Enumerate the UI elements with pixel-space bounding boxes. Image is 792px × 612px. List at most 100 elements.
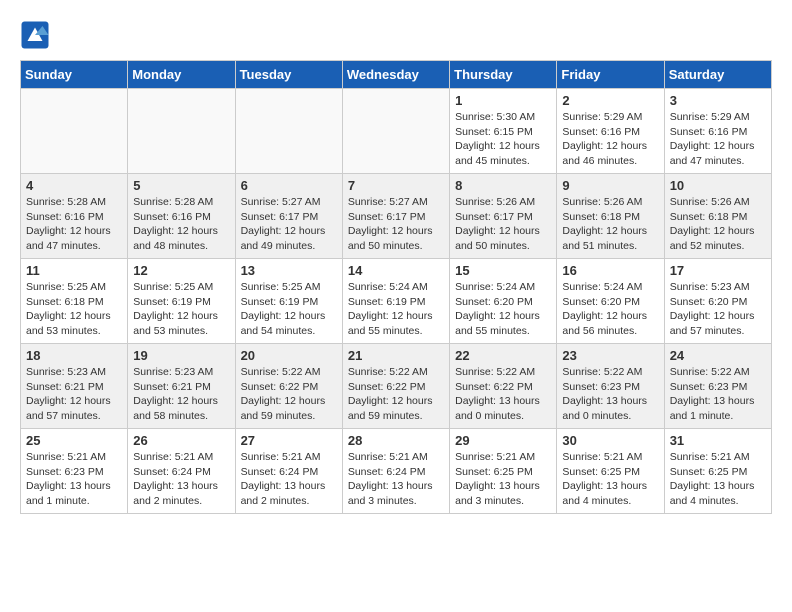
calendar-cell: 5 Sunrise: 5:28 AM Sunset: 6:16 PM Daylig… <box>128 174 235 259</box>
calendar-week-row: 1 Sunrise: 5:30 AM Sunset: 6:15 PM Daylig… <box>21 89 772 174</box>
day-info: Sunrise: 5:22 AM Sunset: 6:23 PM Dayligh… <box>562 365 658 424</box>
calendar-cell: 29Sunrise: 5:21 AM Sunset: 6:25 PM Dayli… <box>450 429 557 514</box>
day-number: 11 <box>26 263 122 278</box>
calendar-cell: 30 Sunrise: 5:21 AM Sunset: 6:25 PM Dayli… <box>557 429 664 514</box>
day-info: Sunrise: 5:25 AM Sunset: 6:19 PM Dayligh… <box>133 280 229 339</box>
weekday-header-tuesday: Tuesday <box>235 61 342 89</box>
calendar-week-row: 18Sunrise: 5:23 AM Sunset: 6:21 PM Dayli… <box>21 344 772 429</box>
calendar-cell: 8 Sunrise: 5:26 AM Sunset: 6:17 PM Daylig… <box>450 174 557 259</box>
day-info: Sunrise: 5:22 AM Sunset: 6:22 PM Dayligh… <box>241 365 337 424</box>
calendar-cell: 3 Sunrise: 5:29 AM Sunset: 6:16 PM Daylig… <box>664 89 771 174</box>
day-info: Sunrise: 5:30 AM Sunset: 6:15 PM Dayligh… <box>455 110 551 169</box>
page-header <box>20 20 772 50</box>
calendar-cell: 15 Sunrise: 5:24 AM Sunset: 6:20 PM Dayli… <box>450 259 557 344</box>
calendar-table: SundayMondayTuesdayWednesdayThursdayFrid… <box>20 60 772 514</box>
calendar-cell: 13Sunrise: 5:25 AM Sunset: 6:19 PM Dayli… <box>235 259 342 344</box>
day-info: Sunrise: 5:24 AM Sunset: 6:20 PM Dayligh… <box>455 280 551 339</box>
calendar-cell <box>235 89 342 174</box>
calendar-week-row: 4 Sunrise: 5:28 AM Sunset: 6:16 PM Daylig… <box>21 174 772 259</box>
day-info: Sunrise: 5:29 AM Sunset: 6:16 PM Dayligh… <box>562 110 658 169</box>
calendar-cell: 26 Sunrise: 5:21 AM Sunset: 6:24 PM Dayli… <box>128 429 235 514</box>
day-info: Sunrise: 5:21 AM Sunset: 6:23 PM Dayligh… <box>26 450 122 509</box>
calendar-cell: 19 Sunrise: 5:23 AM Sunset: 6:21 PM Dayli… <box>128 344 235 429</box>
day-number: 4 <box>26 178 122 193</box>
calendar-cell: 16 Sunrise: 5:24 AM Sunset: 6:20 PM Dayli… <box>557 259 664 344</box>
calendar-week-row: 11 Sunrise: 5:25 AM Sunset: 6:18 PM Dayli… <box>21 259 772 344</box>
day-info: Sunrise: 5:23 AM Sunset: 6:21 PM Dayligh… <box>133 365 229 424</box>
day-number: 31 <box>670 433 766 448</box>
day-number: 6 <box>241 178 337 193</box>
day-info: Sunrise: 5:22 AM Sunset: 6:22 PM Dayligh… <box>348 365 444 424</box>
calendar-cell: 21 Sunrise: 5:22 AM Sunset: 6:22 PM Dayli… <box>342 344 449 429</box>
weekday-header-saturday: Saturday <box>664 61 771 89</box>
day-number: 12 <box>133 263 229 278</box>
day-info: Sunrise: 5:21 AM Sunset: 6:24 PM Dayligh… <box>133 450 229 509</box>
day-info: Sunrise: 5:23 AM Sunset: 6:21 PM Dayligh… <box>26 365 122 424</box>
day-number: 26 <box>133 433 229 448</box>
weekday-header-sunday: Sunday <box>21 61 128 89</box>
calendar-cell: 17Sunrise: 5:23 AM Sunset: 6:20 PM Dayli… <box>664 259 771 344</box>
day-number: 19 <box>133 348 229 363</box>
calendar-cell: 20 Sunrise: 5:22 AM Sunset: 6:22 PM Dayli… <box>235 344 342 429</box>
day-info: Sunrise: 5:28 AM Sunset: 6:16 PM Dayligh… <box>26 195 122 254</box>
calendar-cell <box>128 89 235 174</box>
day-number: 7 <box>348 178 444 193</box>
day-info: Sunrise: 5:26 AM Sunset: 6:17 PM Dayligh… <box>455 195 551 254</box>
day-info: Sunrise: 5:27 AM Sunset: 6:17 PM Dayligh… <box>241 195 337 254</box>
day-number: 15 <box>455 263 551 278</box>
calendar-cell: 6 Sunrise: 5:27 AM Sunset: 6:17 PM Daylig… <box>235 174 342 259</box>
calendar-cell: 2 Sunrise: 5:29 AM Sunset: 6:16 PM Daylig… <box>557 89 664 174</box>
day-number: 16 <box>562 263 658 278</box>
calendar-cell: 10 Sunrise: 5:26 AM Sunset: 6:18 PM Dayli… <box>664 174 771 259</box>
day-info: Sunrise: 5:29 AM Sunset: 6:16 PM Dayligh… <box>670 110 766 169</box>
day-number: 27 <box>241 433 337 448</box>
calendar-cell: 14 Sunrise: 5:24 AM Sunset: 6:19 PM Dayli… <box>342 259 449 344</box>
calendar-cell: 11 Sunrise: 5:25 AM Sunset: 6:18 PM Dayli… <box>21 259 128 344</box>
weekday-header-friday: Friday <box>557 61 664 89</box>
day-number: 8 <box>455 178 551 193</box>
logo <box>20 20 54 50</box>
day-number: 2 <box>562 93 658 108</box>
calendar-cell: 9 Sunrise: 5:26 AM Sunset: 6:18 PM Daylig… <box>557 174 664 259</box>
day-info: Sunrise: 5:22 AM Sunset: 6:23 PM Dayligh… <box>670 365 766 424</box>
day-info: Sunrise: 5:26 AM Sunset: 6:18 PM Dayligh… <box>670 195 766 254</box>
calendar-cell: 24Sunrise: 5:22 AM Sunset: 6:23 PM Dayli… <box>664 344 771 429</box>
day-info: Sunrise: 5:25 AM Sunset: 6:18 PM Dayligh… <box>26 280 122 339</box>
day-info: Sunrise: 5:21 AM Sunset: 6:24 PM Dayligh… <box>348 450 444 509</box>
day-number: 14 <box>348 263 444 278</box>
day-info: Sunrise: 5:21 AM Sunset: 6:25 PM Dayligh… <box>670 450 766 509</box>
day-info: Sunrise: 5:24 AM Sunset: 6:20 PM Dayligh… <box>562 280 658 339</box>
day-info: Sunrise: 5:22 AM Sunset: 6:22 PM Dayligh… <box>455 365 551 424</box>
calendar-cell <box>21 89 128 174</box>
calendar-cell: 25Sunrise: 5:21 AM Sunset: 6:23 PM Dayli… <box>21 429 128 514</box>
day-info: Sunrise: 5:27 AM Sunset: 6:17 PM Dayligh… <box>348 195 444 254</box>
calendar-cell: 27 Sunrise: 5:21 AM Sunset: 6:24 PM Dayli… <box>235 429 342 514</box>
day-number: 1 <box>455 93 551 108</box>
day-info: Sunrise: 5:24 AM Sunset: 6:19 PM Dayligh… <box>348 280 444 339</box>
weekday-header-wednesday: Wednesday <box>342 61 449 89</box>
calendar-cell: 4 Sunrise: 5:28 AM Sunset: 6:16 PM Daylig… <box>21 174 128 259</box>
day-number: 21 <box>348 348 444 363</box>
day-number: 20 <box>241 348 337 363</box>
calendar-cell: 18Sunrise: 5:23 AM Sunset: 6:21 PM Dayli… <box>21 344 128 429</box>
day-number: 10 <box>670 178 766 193</box>
calendar-cell: 22Sunrise: 5:22 AM Sunset: 6:22 PM Dayli… <box>450 344 557 429</box>
day-number: 9 <box>562 178 658 193</box>
day-number: 13 <box>241 263 337 278</box>
calendar-cell: 7 Sunrise: 5:27 AM Sunset: 6:17 PM Daylig… <box>342 174 449 259</box>
day-info: Sunrise: 5:21 AM Sunset: 6:25 PM Dayligh… <box>562 450 658 509</box>
day-info: Sunrise: 5:21 AM Sunset: 6:25 PM Dayligh… <box>455 450 551 509</box>
calendar-cell: 31 Sunrise: 5:21 AM Sunset: 6:25 PM Dayli… <box>664 429 771 514</box>
day-number: 28 <box>348 433 444 448</box>
calendar-cell: 28 Sunrise: 5:21 AM Sunset: 6:24 PM Dayli… <box>342 429 449 514</box>
day-number: 23 <box>562 348 658 363</box>
weekday-header-row: SundayMondayTuesdayWednesdayThursdayFrid… <box>21 61 772 89</box>
calendar-cell: 1 Sunrise: 5:30 AM Sunset: 6:15 PM Daylig… <box>450 89 557 174</box>
day-info: Sunrise: 5:26 AM Sunset: 6:18 PM Dayligh… <box>562 195 658 254</box>
day-info: Sunrise: 5:28 AM Sunset: 6:16 PM Dayligh… <box>133 195 229 254</box>
logo-icon <box>20 20 50 50</box>
day-number: 3 <box>670 93 766 108</box>
day-info: Sunrise: 5:21 AM Sunset: 6:24 PM Dayligh… <box>241 450 337 509</box>
day-number: 30 <box>562 433 658 448</box>
day-number: 5 <box>133 178 229 193</box>
